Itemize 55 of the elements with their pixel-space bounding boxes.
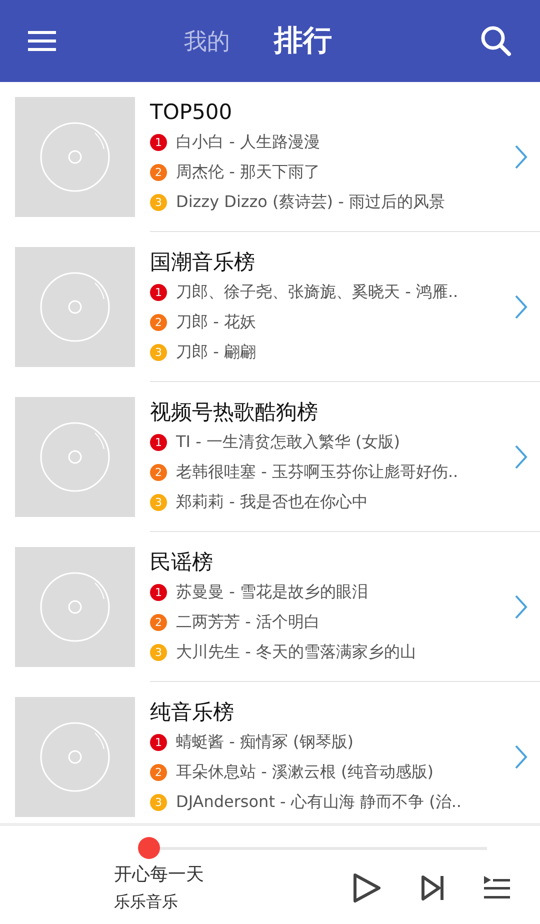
rank-badge: 1 (150, 284, 167, 300)
rank-badge: 2 (150, 464, 167, 480)
song-text: 蜻蜓酱 - 痴情冢 (钢琴版) (176, 732, 354, 752)
song-text: DJAndersont - 心有山海 静而不争 (治.. (176, 792, 462, 812)
progress-thumb[interactable] (138, 837, 160, 859)
album-cover-icon (15, 97, 135, 217)
rank-badge: 3 (150, 644, 167, 660)
rank-badge: 1 (150, 434, 167, 450)
song-text: 周杰伦 - 那天下雨了 (176, 162, 320, 182)
chart-title[interactable]: 国潮音乐榜 (150, 247, 255, 277)
song-text: 耳朵休息站 - 溪漱云根 (纯音动感版) (176, 762, 434, 782)
chevron-right-icon[interactable] (514, 294, 528, 320)
skip-next-icon[interactable] (420, 874, 446, 902)
rank-badge: 1 (150, 734, 167, 750)
search-icon[interactable] (480, 25, 512, 57)
rank-badge: 2 (150, 164, 167, 180)
chart-title[interactable]: 视频号热歌酷狗榜 (150, 397, 318, 427)
rank-badge: 3 (150, 794, 167, 810)
song-text: 刀郎 - 花妖 (176, 312, 256, 332)
album-cover-icon (15, 247, 135, 367)
chart-title[interactable]: 纯音乐榜 (150, 697, 234, 727)
playlist-icon[interactable] (484, 876, 510, 900)
tab[interactable]: 排行 (274, 21, 332, 61)
tab[interactable]: 我的 (184, 26, 230, 56)
song-text: Dizzy Dizzo (蔡诗芸) - 雨过后的风景 (176, 192, 445, 212)
chart-title[interactable]: 民谣榜 (150, 547, 213, 577)
chevron-right-icon[interactable] (514, 744, 528, 770)
song-text: 苏曼曼 - 雪花是故乡的眼泪 (176, 582, 368, 602)
chart-title[interactable]: TOP500 (150, 97, 232, 127)
song-text: 老韩很哇塞 - 玉芬啊玉芬你让彪哥好伤.. (176, 462, 458, 482)
chevron-right-icon[interactable] (514, 444, 528, 470)
rank-badge: 3 (150, 494, 167, 510)
album-cover-icon (15, 547, 135, 667)
menu-icon[interactable] (28, 31, 56, 51)
song-text: 刀郎、徐子尧、张旖旎、奚晓天 - 鸿雁.. (176, 282, 458, 302)
chevron-right-icon[interactable] (514, 144, 528, 170)
rank-badge: 2 (150, 764, 167, 780)
song-text: 郑莉莉 - 我是否也在你心中 (176, 492, 368, 512)
song-text: 二两芳芳 - 活个明白 (176, 612, 320, 632)
song-text: 白小白 - 人生路漫漫 (176, 132, 320, 152)
rank-badge: 3 (150, 194, 167, 210)
album-cover-icon (15, 397, 135, 517)
artist-name: 乐乐音乐 (114, 892, 178, 913)
song-text: 刀郎 - 翩翩 (176, 342, 256, 362)
song-text: 大川先生 - 冬天的雪落满家乡的山 (176, 642, 416, 662)
rank-badge: 1 (150, 134, 167, 150)
rank-badge: 2 (150, 614, 167, 630)
song-title: 开心每一天 (114, 863, 204, 886)
rank-badge: 2 (150, 314, 167, 330)
rank-badge: 3 (150, 344, 167, 360)
song-text: TI - 一生清贫怎敢入繁华 (女版) (176, 432, 400, 452)
play-icon[interactable] (352, 872, 382, 904)
chevron-right-icon[interactable] (514, 594, 528, 620)
album-cover-icon (15, 697, 135, 817)
rank-badge: 1 (150, 584, 167, 600)
